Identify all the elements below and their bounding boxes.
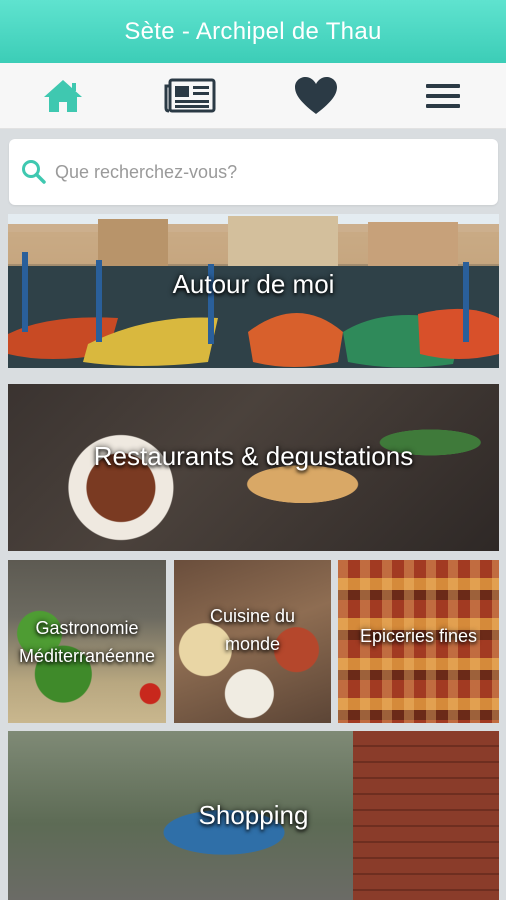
hamburger-menu-icon	[425, 83, 460, 108]
category-tile-gastronomie[interactable]: Gastronomie Méditerranéenne	[8, 560, 166, 723]
app-title: Sète - Archipel de Thau	[124, 17, 382, 45]
search-bar	[9, 139, 498, 205]
newspaper-icon	[164, 78, 216, 112]
category-tile-autour-de-moi[interactable]: Autour de moi	[8, 214, 499, 368]
category-tile-epiceries-fines[interactable]: Epiceries fines	[338, 560, 499, 723]
category-tile-restaurants[interactable]: Restaurants & degustations	[8, 384, 499, 551]
category-label: Cuisine du monde	[210, 602, 295, 658]
category-label-line2: Méditerranéenne	[18, 645, 156, 666]
category-label-line2: monde	[224, 633, 281, 654]
search-icon	[22, 160, 46, 184]
category-label-line1: Gastronomie	[35, 617, 139, 638]
category-tile-cuisine-du-monde[interactable]: Cuisine du monde	[174, 560, 331, 723]
nav-favorites-button[interactable]	[281, 66, 351, 126]
nav-news-button[interactable]	[155, 66, 225, 126]
app-header: Sète - Archipel de Thau	[0, 0, 506, 63]
nav-bar	[0, 63, 506, 129]
category-label: Epiceries fines	[359, 625, 478, 646]
search-input[interactable]	[55, 161, 498, 183]
brick-wall	[353, 731, 499, 900]
nav-home-button[interactable]	[28, 66, 98, 126]
category-label: Restaurants & degustations	[93, 441, 414, 471]
home-icon	[44, 79, 83, 112]
category-label: Gastronomie Méditerranéenne	[19, 614, 155, 670]
heart-icon	[295, 76, 338, 114]
category-tile-shopping[interactable]: Shopping	[8, 731, 499, 900]
category-label-line1: Cuisine du	[209, 605, 296, 626]
category-label: Autour de moi	[172, 268, 335, 299]
nav-menu-button[interactable]	[408, 66, 478, 126]
category-label: Shopping	[198, 800, 309, 830]
